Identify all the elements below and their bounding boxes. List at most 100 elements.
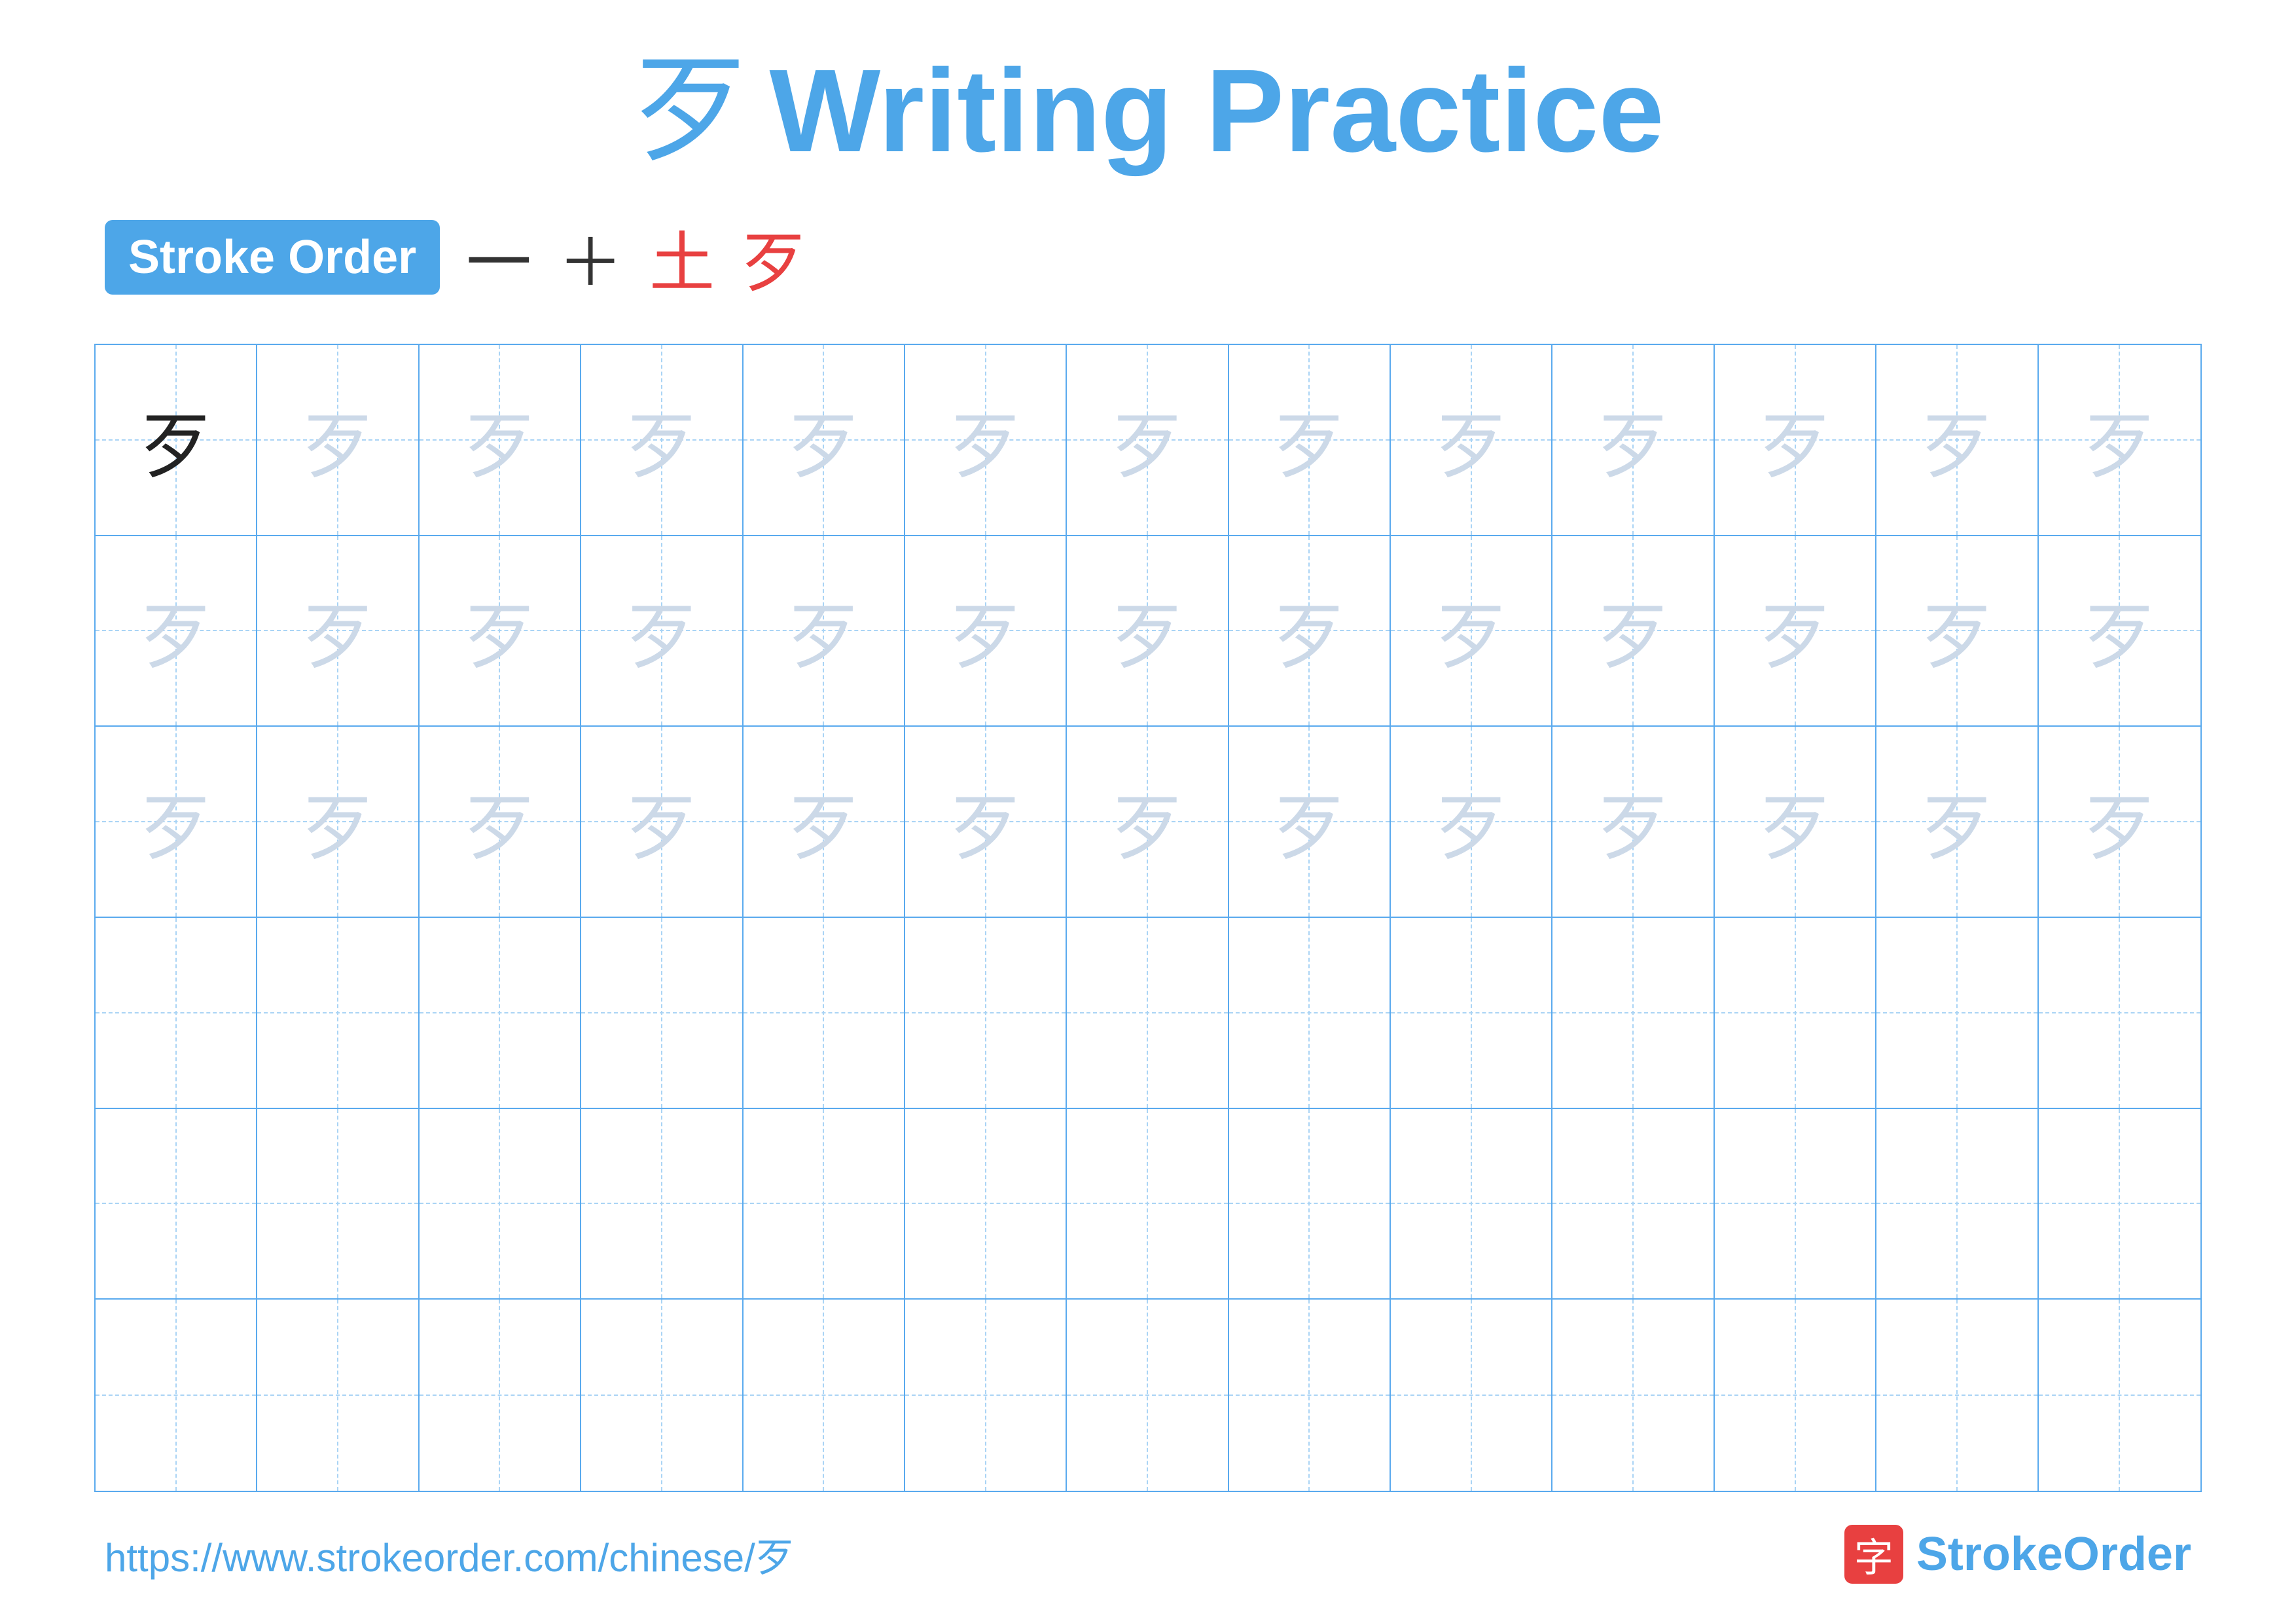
grid-cell[interactable]: [1876, 918, 2038, 1108]
logo-char: 字: [1854, 1526, 1893, 1583]
grid-cell[interactable]: [1229, 1300, 1391, 1491]
practice-char: 歹: [1435, 388, 1507, 492]
grid-cell[interactable]: [96, 918, 257, 1108]
grid-cell[interactable]: 歹: [581, 536, 743, 726]
stroke-step-3: 土: [649, 210, 715, 304]
grid-cell[interactable]: [1715, 918, 1876, 1108]
grid-cell[interactable]: 歹: [1067, 345, 1229, 535]
grid-cell[interactable]: [420, 1300, 581, 1491]
practice-char: 歹: [463, 769, 535, 874]
grid-cell[interactable]: [1552, 1300, 1714, 1491]
grid-cell[interactable]: [1552, 918, 1714, 1108]
grid-cell[interactable]: 歹: [1552, 727, 1714, 917]
grid-cell[interactable]: [1067, 1300, 1229, 1491]
grid-cell[interactable]: [1391, 1300, 1552, 1491]
practice-char: 歹: [787, 769, 859, 874]
practice-char: 歹: [1111, 769, 1183, 874]
grid-cell[interactable]: [1715, 1109, 1876, 1299]
grid-cell[interactable]: [1876, 1109, 2038, 1299]
grid-cell[interactable]: 歹: [1715, 727, 1876, 917]
grid-row-6: [96, 1300, 2200, 1491]
grid-cell[interactable]: [1067, 1109, 1229, 1299]
grid-cell[interactable]: [1391, 918, 1552, 1108]
grid-cell[interactable]: 歹: [1067, 536, 1229, 726]
grid-cell[interactable]: [744, 1300, 905, 1491]
grid-cell[interactable]: [257, 1109, 419, 1299]
grid-cell[interactable]: [1067, 918, 1229, 1108]
grid-cell[interactable]: 歹: [420, 727, 581, 917]
practice-char: 歹: [1111, 388, 1183, 492]
grid-row-1: 歹 歹 歹 歹 歹 歹 歹 歹 歹 歹 歹 歹 歹: [96, 345, 2200, 536]
grid-cell[interactable]: [420, 918, 581, 1108]
grid-cell[interactable]: 歹: [1391, 345, 1552, 535]
practice-char: 歹: [302, 388, 374, 492]
grid-cell[interactable]: 歹: [1391, 727, 1552, 917]
grid-cell[interactable]: [1876, 1300, 2038, 1491]
grid-cell[interactable]: 歹: [1715, 536, 1876, 726]
grid-cell[interactable]: [96, 1109, 257, 1299]
footer-url[interactable]: https://www.strokeorder.com/chinese/歹: [105, 1526, 795, 1583]
grid-cell[interactable]: [1552, 1109, 1714, 1299]
practice-char: 歹: [626, 578, 698, 683]
grid-cell[interactable]: 歹: [257, 345, 419, 535]
practice-char: 歹: [1273, 578, 1345, 683]
grid-cell[interactable]: [2039, 1109, 2200, 1299]
grid-cell[interactable]: [905, 1300, 1067, 1491]
grid-cell[interactable]: [2039, 1300, 2200, 1491]
grid-cell[interactable]: 歹: [420, 536, 581, 726]
grid-cell[interactable]: 歹: [744, 727, 905, 917]
grid-cell[interactable]: 歹: [1552, 536, 1714, 726]
grid-cell[interactable]: 歹: [1876, 345, 2038, 535]
grid-cell[interactable]: [2039, 918, 2200, 1108]
grid-cell[interactable]: 歹: [744, 345, 905, 535]
practice-char: 歹: [2083, 388, 2155, 492]
grid-cell[interactable]: [1229, 918, 1391, 1108]
grid-cell[interactable]: [744, 1109, 905, 1299]
grid-cell[interactable]: 歹: [905, 345, 1067, 535]
grid-cell[interactable]: 歹: [1229, 727, 1391, 917]
grid-cell[interactable]: [1715, 1300, 1876, 1491]
grid-cell[interactable]: [96, 1300, 257, 1491]
grid-cell[interactable]: [581, 1300, 743, 1491]
grid-cell[interactable]: 歹: [1876, 727, 2038, 917]
grid-cell[interactable]: 歹: [96, 536, 257, 726]
grid-cell[interactable]: [744, 918, 905, 1108]
grid-cell[interactable]: [905, 1109, 1067, 1299]
grid-cell[interactable]: 歹: [96, 727, 257, 917]
grid-cell[interactable]: 歹: [581, 727, 743, 917]
grid-cell[interactable]: [905, 918, 1067, 1108]
grid-cell[interactable]: 歹: [2039, 345, 2200, 535]
grid-cell[interactable]: 歹: [2039, 727, 2200, 917]
practice-char: 歹: [950, 769, 1022, 874]
grid-cell[interactable]: 歹: [905, 536, 1067, 726]
practice-char: 歹: [1597, 578, 1669, 683]
grid-cell[interactable]: [420, 1109, 581, 1299]
practice-char: 歹: [1759, 388, 1831, 492]
practice-char: 歹: [140, 578, 212, 683]
grid-cell[interactable]: 歹: [905, 727, 1067, 917]
grid-cell[interactable]: 歹: [1552, 345, 1714, 535]
grid-cell[interactable]: 歹: [420, 345, 581, 535]
grid-cell[interactable]: [257, 918, 419, 1108]
grid-cell[interactable]: 歹: [257, 727, 419, 917]
grid-cell[interactable]: 歹: [1067, 727, 1229, 917]
grid-cell[interactable]: 歹: [2039, 536, 2200, 726]
grid-cell[interactable]: 歹: [1229, 345, 1391, 535]
grid-cell[interactable]: 歹: [1391, 536, 1552, 726]
practice-char: 歹: [463, 388, 535, 492]
grid-cell[interactable]: [257, 1300, 419, 1491]
grid-cell[interactable]: [1229, 1109, 1391, 1299]
grid-cell[interactable]: 歹: [744, 536, 905, 726]
practice-char: 歹: [1273, 388, 1345, 492]
grid-cell[interactable]: 歹: [1229, 536, 1391, 726]
grid-cell[interactable]: 歹: [257, 536, 419, 726]
grid-cell[interactable]: 歹: [1715, 345, 1876, 535]
grid-cell[interactable]: 歹: [96, 345, 257, 535]
stroke-step-4: 歹: [741, 210, 806, 304]
grid-cell[interactable]: [581, 918, 743, 1108]
grid-cell[interactable]: 歹: [581, 345, 743, 535]
grid-cell[interactable]: [1391, 1109, 1552, 1299]
practice-char: 歹: [1111, 578, 1183, 683]
grid-cell[interactable]: 歹: [1876, 536, 2038, 726]
grid-cell[interactable]: [581, 1109, 743, 1299]
